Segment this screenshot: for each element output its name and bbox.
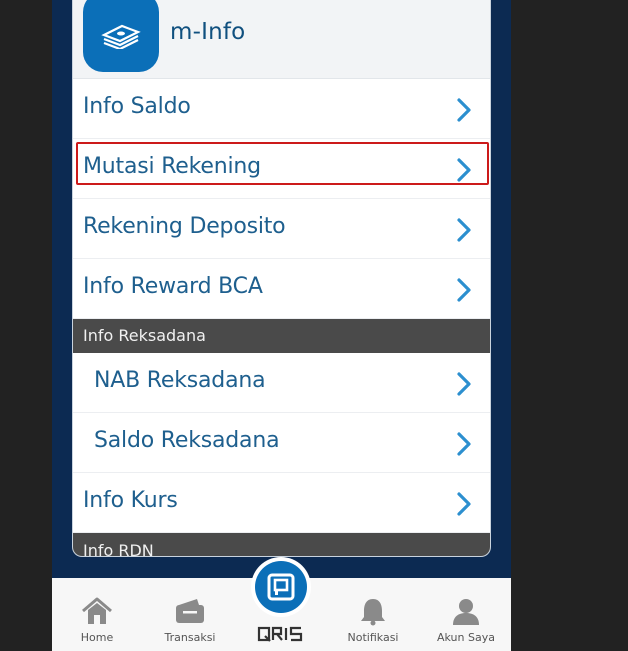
nav-home[interactable]: Home (57, 578, 137, 651)
chevron-right-icon (457, 98, 471, 122)
chevron-right-icon (457, 278, 471, 302)
menu-item-label: NAB Reksadana (94, 368, 266, 393)
menu-item-mutasi-rekening[interactable]: Mutasi Rekening (73, 139, 490, 199)
menu-item-info-reward-bca[interactable]: Info Reward BCA (73, 259, 490, 319)
chevron-right-icon (457, 158, 471, 182)
nav-label: Transaksi (164, 631, 216, 644)
chevron-right-icon (457, 432, 471, 456)
nav-notifikasi[interactable]: Notifikasi (333, 578, 413, 651)
card-header: m-Info (73, 0, 490, 79)
nav-akun-saya[interactable]: Akun Saya (426, 578, 506, 651)
m-info-card: m-Info Info Saldo Mutasi Rekening Rekeni… (72, 0, 491, 557)
menu-item-label: Info Kurs (83, 488, 178, 513)
nav-label: Home (80, 631, 114, 644)
qris-icon (255, 561, 307, 613)
chevron-right-icon (457, 492, 471, 516)
menu-item-rekening-deposito[interactable]: Rekening Deposito (73, 199, 490, 259)
menu-item-label: Saldo Reksadana (94, 428, 280, 453)
money-stack-icon (83, 0, 159, 72)
menu-item-label: Mutasi Rekening (83, 154, 261, 179)
chevron-right-icon (457, 372, 471, 396)
menu-item-info-kurs[interactable]: Info Kurs (73, 473, 490, 533)
section-label: Info RDN (83, 541, 154, 557)
nav-transaksi[interactable]: Transaksi (150, 578, 230, 651)
user-icon (453, 599, 479, 625)
menu-item-nab-reksadana[interactable]: NAB Reksadana (73, 353, 490, 413)
nav-label: Notifikasi (347, 631, 399, 644)
page-title: m-Info (170, 19, 246, 45)
section-header-info-rdn: Info RDN (73, 533, 490, 557)
phone-screen: m-Info Info Saldo Mutasi Rekening Rekeni… (52, 0, 511, 651)
qris-button[interactable] (251, 557, 311, 617)
menu-item-label: Info Reward BCA (83, 274, 263, 299)
nav-label: Akun Saya (437, 631, 495, 644)
menu-item-label: Info Saldo (83, 94, 191, 119)
section-header-info-reksadana: Info Reksadana (73, 319, 490, 353)
home-icon (82, 597, 112, 624)
menu-item-info-saldo[interactable]: Info Saldo (73, 79, 490, 139)
section-label: Info Reksadana (83, 326, 206, 345)
qris-logo (257, 626, 303, 642)
bell-icon (361, 599, 385, 626)
wallet-icon (176, 599, 204, 623)
menu-item-saldo-reksadana[interactable]: Saldo Reksadana (73, 413, 490, 473)
chevron-right-icon (457, 218, 471, 242)
menu-item-label: Rekening Deposito (83, 214, 286, 239)
